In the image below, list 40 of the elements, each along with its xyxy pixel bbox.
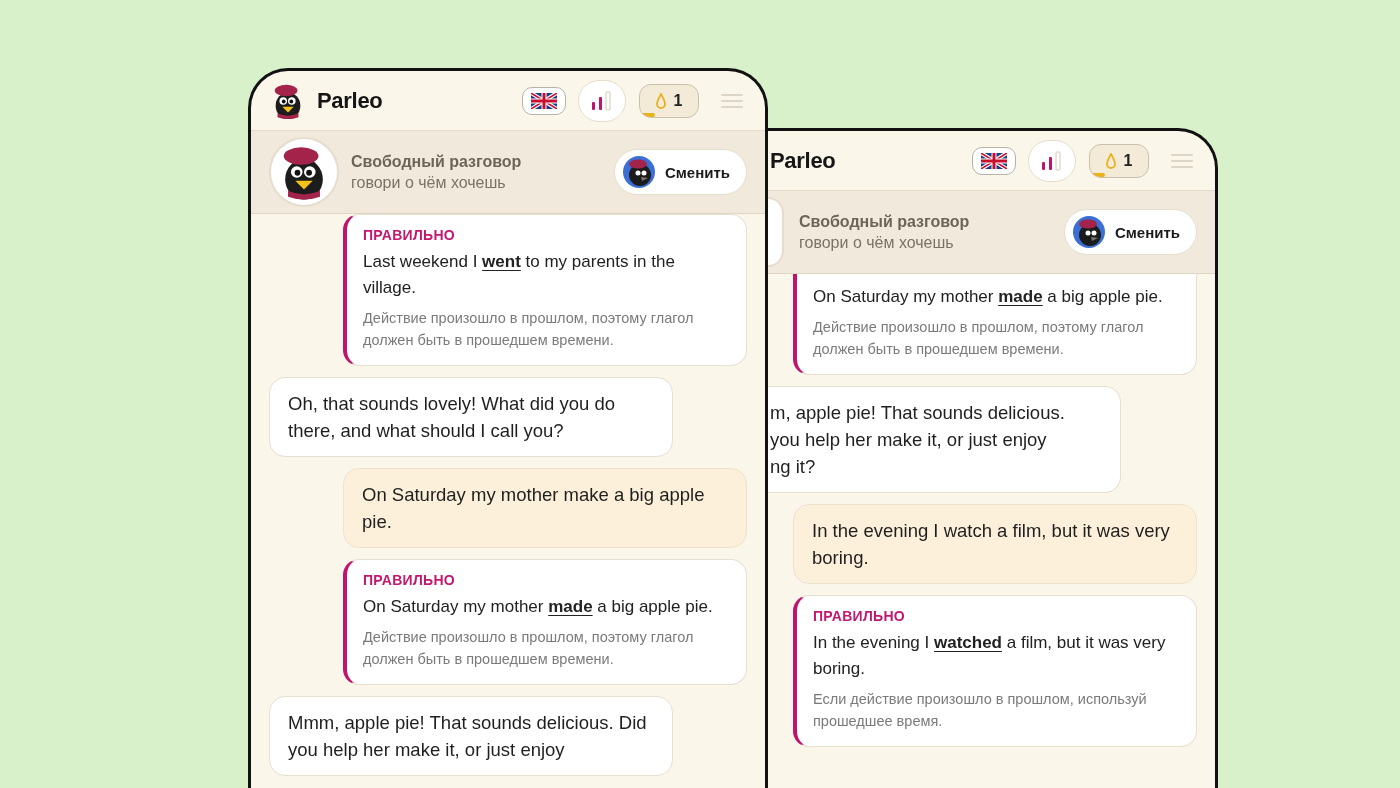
stats-button[interactable] xyxy=(1028,139,1076,182)
streak-count: 1 xyxy=(673,91,683,110)
correction-explanation: Действие произошло в прошлом, поэтому глагол должен быть в прошедшем времени. xyxy=(813,318,1145,359)
change-button[interactable]: Сменить xyxy=(613,149,747,195)
language-button[interactable] xyxy=(972,146,1016,175)
brand-name: Parleo xyxy=(770,147,836,174)
streak-badge[interactable]: 1 xyxy=(1089,143,1149,178)
corrected-sentence: In the evening I watched a film, but it was very boring. xyxy=(813,632,1167,680)
flame-icon xyxy=(1105,152,1116,169)
change-button[interactable]: Сменить xyxy=(1063,209,1197,255)
bot-message: m, apple pie! That sounds delicious. you help her make it, or just enjoy ng it? xyxy=(768,386,1121,493)
topic-title: Свободный разговор xyxy=(799,212,971,231)
flame-icon xyxy=(655,92,666,109)
streak-count: 1 xyxy=(1123,151,1133,170)
topic-title: Свободный разговор xyxy=(351,152,523,171)
flag-icon xyxy=(981,152,1007,169)
topic-subtitle: говори о чём хочешь xyxy=(799,233,955,252)
stats-icon xyxy=(1041,150,1063,171)
user-message: In the evening I watch a film, but it was very boring. xyxy=(793,504,1197,584)
stats-button[interactable] xyxy=(578,79,626,122)
correction-label: ПРАВИЛЬНО xyxy=(813,608,907,624)
corrected-sentence: Last weekend I went to my parents in the village. xyxy=(363,251,676,299)
flag-icon xyxy=(531,92,557,109)
correction-label: ПРАВИЛЬНО xyxy=(363,227,457,243)
correction-label: ПРАВИЛЬНО xyxy=(363,572,457,588)
correction-explanation: Если действие произошло в прошлом, используй прошедшее время. xyxy=(813,690,1148,731)
correction-explanation: Действие произошло в прошлом, поэтому глагол должен быть в прошедшем времени. xyxy=(363,628,695,669)
bird-icon xyxy=(622,156,655,188)
language-button[interactable] xyxy=(522,86,566,115)
brand-name: Parleo xyxy=(317,87,383,114)
user-message: On Saturday my mother make a big apple pie. xyxy=(343,468,747,548)
corrected-sentence: On Saturday my mother made a big apple pie. xyxy=(363,596,714,618)
correction-explanation: Действие произошло в прошлом, поэтому глагол должен быть в прошедшем времени. xyxy=(363,309,695,350)
bot-message: Mmm, apple pie! That sounds delicious. Did you help her make it, or just enjoy xyxy=(269,696,673,776)
bot-message: Oh, that sounds lovely! What did you do there, and what should I call you? xyxy=(269,377,673,457)
bird-icon xyxy=(1072,216,1105,248)
topic-subtitle: говори о чём хочешь xyxy=(351,173,507,192)
streak-badge[interactable]: 1 xyxy=(639,83,699,118)
stats-icon xyxy=(591,90,613,111)
corrected-sentence: On Saturday my mother made a big apple pie. xyxy=(813,286,1164,308)
